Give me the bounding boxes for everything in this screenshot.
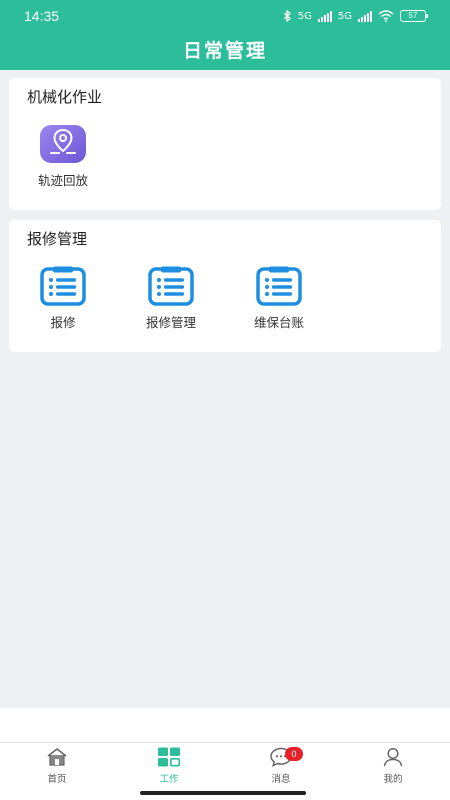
- network-label-2: 5G: [337, 10, 352, 22]
- tab-home-label: 首页: [47, 774, 67, 785]
- status-bar: 14:35 5G 5G 57: [0, 0, 450, 32]
- track-playback-item[interactable]: 轨迹回放: [18, 124, 108, 189]
- mechanized-section-card: 机械化作业 轨迹回放: [9, 78, 441, 210]
- bluetooth-icon: [283, 10, 291, 22]
- home-indicator[interactable]: [140, 791, 306, 795]
- user-icon: [383, 747, 403, 767]
- tab-work[interactable]: 工作: [129, 747, 209, 785]
- status-icons: 5G 5G 57: [282, 10, 428, 22]
- status-time: 14:35: [24, 8, 60, 24]
- repair-management-label: 报修管理: [145, 315, 196, 330]
- signal-icon-2: [358, 10, 372, 22]
- clipboard-list-icon: [147, 266, 195, 306]
- maintenance-ledger-label: 维保台账: [253, 315, 304, 330]
- page-title: 日常管理: [182, 40, 267, 62]
- location-pin-icon: [39, 124, 87, 164]
- battery-icon: 57: [400, 10, 428, 22]
- repair-section-card: 报修管理 报修 报修管理 维保台账: [9, 220, 441, 352]
- app-header: 14:35 5G 5G 57 日常管理: [0, 0, 450, 70]
- tab-work-label: 工作: [159, 774, 179, 785]
- message-count-badge: 0: [285, 747, 303, 761]
- maintenance-ledger-item[interactable]: 维保台账: [234, 266, 324, 331]
- clipboard-list-icon: [255, 266, 303, 306]
- tab-home[interactable]: 首页: [17, 747, 97, 785]
- grid-icon: [158, 747, 180, 767]
- mechanized-section-title: 机械化作业: [27, 88, 103, 106]
- tab-profile-label: 我的: [383, 774, 403, 785]
- wifi-icon: [378, 10, 394, 22]
- tab-messages-label: 消息: [271, 774, 291, 785]
- tab-profile[interactable]: 我的: [353, 747, 433, 785]
- repair-request-item[interactable]: 报修: [18, 266, 108, 331]
- tab-messages[interactable]: 消息 0: [241, 747, 321, 785]
- home-icon: [47, 748, 67, 766]
- bottom-spacer: [0, 708, 450, 742]
- repair-request-label: 报修: [50, 315, 76, 330]
- track-playback-label: 轨迹回放: [37, 173, 88, 188]
- network-label-1: 5G: [297, 10, 312, 22]
- repair-management-item[interactable]: 报修管理: [126, 266, 216, 331]
- signal-icon-1: [317, 10, 332, 22]
- repair-section-title: 报修管理: [27, 230, 88, 248]
- clipboard-list-icon: [39, 266, 87, 306]
